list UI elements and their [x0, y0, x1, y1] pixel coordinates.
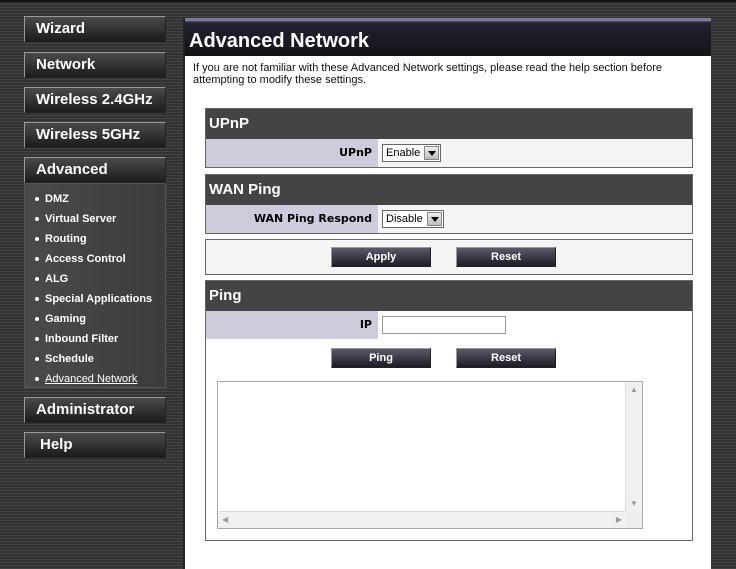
upnp-select[interactable]: Enable	[382, 144, 442, 162]
upnp-section: UPnP UPnP Enable	[205, 108, 693, 168]
chevron-down-icon	[426, 212, 442, 226]
ping-output-textarea[interactable]: ▲ ▼ ◀ ▶	[217, 381, 643, 529]
subnav-item-schedule[interactable]: Schedule	[25, 349, 165, 369]
subnav-item-dmz[interactable]: DMZ	[25, 189, 165, 209]
vertical-scrollbar[interactable]: ▲ ▼	[625, 382, 642, 512]
horizontal-scrollbar[interactable]: ◀ ▶	[218, 511, 626, 528]
subnav-item-special-applications[interactable]: Special Applications	[25, 289, 165, 309]
nav-network-button[interactable]: Network	[24, 52, 166, 78]
wan-ping-section: WAN Ping WAN Ping Respond Disable	[205, 174, 693, 234]
action-bar: Apply Reset	[205, 239, 693, 275]
intro-text: If you are not familiar with these Advan…	[193, 62, 662, 86]
bullet-icon	[35, 277, 39, 282]
wan-ping-respond-label: WAN Ping Respond	[206, 205, 378, 233]
bullet-icon	[35, 197, 39, 202]
scroll-up-icon[interactable]: ▲	[630, 386, 638, 394]
apply-button[interactable]: Apply	[331, 247, 431, 267]
ping-button[interactable]: Ping	[331, 348, 431, 368]
subnav-item-virtual-server[interactable]: Virtual Server	[25, 209, 165, 229]
ip-input[interactable]	[382, 316, 506, 334]
subnav-item-advanced-network[interactable]: Advanced Network	[25, 369, 165, 389]
bullet-icon	[35, 237, 39, 242]
bullet-icon	[35, 257, 39, 262]
wan-ping-heading: WAN Ping	[206, 175, 692, 205]
bullet-icon	[35, 317, 39, 322]
bullet-icon	[35, 357, 39, 362]
upnp-label: UPnP	[206, 139, 378, 167]
ping-reset-button[interactable]: Reset	[456, 348, 556, 368]
subnav-item-alg[interactable]: ALG	[25, 269, 165, 289]
ping-heading: Ping	[206, 281, 692, 311]
subnav-item-access-control[interactable]: Access Control	[25, 249, 165, 269]
scroll-right-icon[interactable]: ▶	[616, 516, 622, 524]
scroll-down-icon[interactable]: ▼	[630, 500, 638, 508]
subnav-item-gaming[interactable]: Gaming	[25, 309, 165, 329]
ip-label: IP	[206, 311, 378, 339]
page-title: Advanced Network	[185, 18, 711, 56]
advanced-submenu: DMZ Virtual Server Routing Access Contro…	[24, 183, 166, 388]
subnav-item-routing[interactable]: Routing	[25, 229, 165, 249]
subnav-item-inbound-filter[interactable]: Inbound Filter	[25, 329, 165, 349]
bullet-icon	[35, 337, 39, 342]
nav-administrator-button[interactable]: Administrator	[24, 397, 166, 423]
nav-help-button[interactable]: Help	[24, 432, 166, 458]
main-panel: Advanced Network If you are not familiar…	[183, 18, 711, 569]
bullet-icon	[35, 297, 39, 302]
upnp-heading: UPnP	[206, 109, 692, 139]
nav-wireless-5ghz-button[interactable]: Wireless 5GHz	[24, 122, 166, 148]
scroll-left-icon[interactable]: ◀	[222, 516, 228, 524]
chevron-down-icon	[424, 146, 440, 160]
reset-button[interactable]: Reset	[456, 247, 556, 267]
nav-wireless-24ghz-button[interactable]: Wireless 2.4GHz	[24, 87, 166, 113]
nav-wizard-button[interactable]: Wizard	[24, 16, 166, 42]
wan-ping-respond-select[interactable]: Disable	[382, 210, 444, 228]
nav-advanced-button[interactable]: Advanced	[24, 157, 166, 183]
bullet-icon	[35, 377, 39, 382]
bullet-icon	[35, 217, 39, 222]
